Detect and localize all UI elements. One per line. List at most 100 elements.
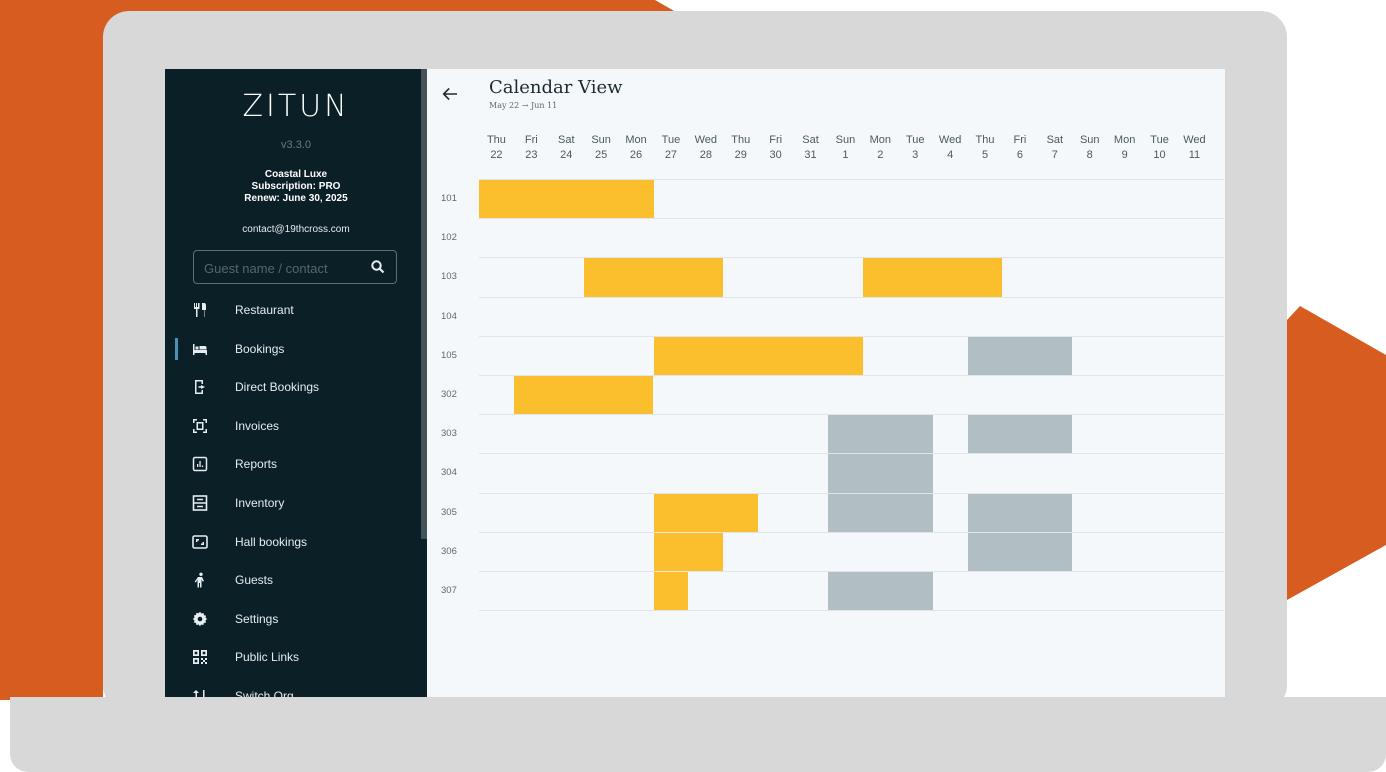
hall-icon	[192, 534, 208, 549]
day-of-week: Sat	[802, 134, 819, 146]
bed-icon	[193, 343, 207, 355]
page-title: Calendar View	[489, 77, 623, 98]
day-of-week: Mon	[869, 134, 892, 146]
blocked-bar[interactable]	[967, 532, 1073, 571]
blocked-bar[interactable]	[967, 415, 1073, 454]
day-date: 31	[804, 149, 817, 161]
room-label: 307	[441, 585, 457, 596]
day-header: Wed 28	[688, 133, 723, 163]
day-of-week: Sun	[591, 134, 611, 146]
sidebar-item-public-links[interactable]: Public Links	[165, 638, 421, 677]
day-header: Mon 26	[619, 133, 654, 163]
day-of-week: Wed	[938, 134, 962, 146]
day-of-week: Tue	[1150, 134, 1169, 146]
sidebar-item-label: Reports	[235, 457, 278, 472]
sidebar-item-label: Hall bookings	[235, 534, 308, 549]
inventory-icon	[192, 495, 208, 511]
room-label: 304	[441, 467, 457, 479]
booking-bar[interactable]	[479, 180, 654, 219]
sidebar-item-reports[interactable]: Reports	[165, 445, 421, 484]
date-range: May 22 → Jun 11	[489, 101, 558, 110]
grid-line	[479, 610, 1224, 612]
sidebar-item-label: Direct Bookings	[235, 380, 320, 395]
search-icon[interactable]	[370, 259, 386, 275]
search-input[interactable]	[194, 251, 376, 285]
room-label: 105	[441, 349, 457, 361]
day-date: 9	[1121, 149, 1128, 161]
day-date: 11	[1188, 149, 1201, 161]
day-date: 23	[525, 149, 538, 161]
day-header: Sun 8	[1072, 133, 1107, 163]
blocked-bar[interactable]	[967, 336, 1073, 375]
room-label: 305	[441, 506, 457, 518]
sidebar-item-bookings[interactable]: Bookings	[165, 330, 421, 369]
laptop-base	[10, 697, 1386, 772]
app-version: v3.3.0	[281, 139, 311, 151]
sidebar-item-label: Inventory	[235, 495, 285, 510]
calendar-main: Calendar View May 22 → Jun 11 Thu 22 Fri 23…	[427, 69, 1225, 697]
day-date: 10	[1153, 149, 1166, 161]
day-header: Sat 31	[793, 133, 828, 163]
day-header: Thu 22	[479, 133, 514, 163]
blocked-bar[interactable]	[828, 493, 933, 532]
blocked-bar[interactable]	[967, 493, 1073, 532]
room-label: 303	[441, 428, 457, 440]
day-header: Thu 5	[968, 133, 1003, 163]
day-date: 24	[560, 149, 573, 161]
day-header: Tue 27	[654, 133, 689, 163]
subscription-label: Subscription: PRO	[251, 181, 341, 192]
day-date: 3	[912, 149, 919, 161]
day-of-week: Fri	[769, 134, 783, 146]
grid-line	[479, 531, 1224, 533]
sidebar-item-settings[interactable]: Settings	[165, 600, 421, 639]
booking-bar[interactable]	[653, 532, 724, 571]
day-date: 30	[769, 149, 782, 161]
report-icon	[192, 457, 208, 472]
booking-bar[interactable]	[653, 493, 759, 532]
day-of-week: Fri	[1013, 134, 1027, 146]
day-of-week: Mon	[625, 134, 647, 146]
booking-bar[interactable]	[653, 336, 863, 375]
day-date: 22	[490, 149, 503, 161]
day-date: 4	[947, 149, 954, 161]
app-logo: ZITUN	[242, 89, 350, 124]
booking-bar[interactable]	[583, 258, 724, 297]
day-date: 26	[629, 149, 643, 161]
day-of-week: Wed	[1183, 134, 1206, 146]
back-arrow-icon[interactable]	[441, 85, 459, 103]
app-screen: ZITUN v3.3.0 Coastal Luxe Subscription: …	[165, 69, 1225, 697]
sidebar-item-guests[interactable]: Guests	[165, 561, 421, 600]
gear-icon	[192, 611, 208, 626]
qr-icon	[193, 650, 207, 665]
sidebar-item-switch-org[interactable]: Switch Org	[165, 677, 421, 697]
day-header: Wed 4	[933, 133, 968, 163]
day-date: 8	[1086, 149, 1093, 161]
day-of-week: Sun	[1079, 134, 1100, 146]
blocked-bar[interactable]	[828, 454, 933, 493]
blocked-bar[interactable]	[828, 572, 933, 611]
sidebar-item-label: Public Links	[235, 650, 300, 665]
switch-icon	[193, 689, 205, 697]
day-header: Sun 1	[828, 133, 863, 163]
booking-bar[interactable]	[862, 258, 1003, 297]
sidebar-item-restaurant[interactable]: Restaurant	[165, 291, 421, 330]
sidebar: ZITUN v3.3.0 Coastal Luxe Subscription: …	[165, 69, 427, 697]
sidebar-item-hall-bookings[interactable]: Hall bookings	[165, 523, 421, 562]
contact-email: contact@19thcross.com	[242, 224, 350, 235]
day-header: Fri 30	[758, 133, 793, 163]
day-of-week: Thu	[486, 134, 506, 146]
day-date: 5	[981, 149, 989, 161]
guest-icon	[194, 572, 204, 588]
day-of-week: Thu	[731, 134, 751, 146]
booking-bar[interactable]	[513, 376, 654, 415]
blocked-bar[interactable]	[828, 415, 933, 454]
sidebar-item-inventory[interactable]: Inventory	[165, 484, 421, 523]
day-header: Sun 25	[584, 133, 619, 163]
day-of-week: Tue	[905, 134, 925, 146]
sidebar-item-direct-bookings[interactable]: Direct Bookings	[165, 368, 421, 407]
booking-bar[interactable]	[653, 572, 689, 611]
day-header: Fri 6	[1003, 133, 1038, 163]
search-box	[193, 250, 397, 285]
day-header: Wed 11	[1177, 133, 1212, 163]
sidebar-item-invoices[interactable]: Invoices	[165, 407, 421, 446]
